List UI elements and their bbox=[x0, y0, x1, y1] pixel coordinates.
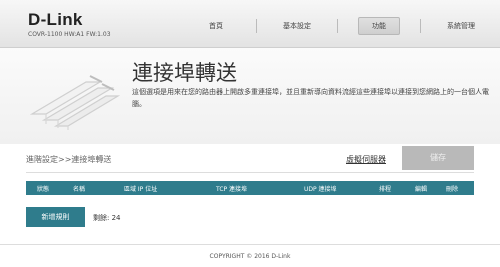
nav-features[interactable]: 功能 bbox=[358, 17, 400, 35]
nav-home[interactable]: 首頁 bbox=[176, 17, 256, 35]
rules-table-header: 狀態 名稱 區域 IP 位址 TCP 連接埠 UDP 連接埠 排程 編輯 刪除 bbox=[26, 181, 474, 195]
footer: COPYRIGHT © 2016 D-Link bbox=[0, 244, 500, 267]
save-button[interactable]: 儲存 bbox=[402, 146, 474, 170]
col-delete: 刪除 bbox=[446, 186, 459, 193]
page-description: 這個選項是用來在您的路由器上開啟多重連接埠，並且重新導向資料流經這些連接埠以連接… bbox=[132, 88, 489, 108]
virtual-server-link[interactable]: 虛擬伺服器 bbox=[346, 154, 386, 165]
nav-system-admin[interactable]: 系統管理 bbox=[421, 17, 500, 35]
nav-basic-settings[interactable]: 基本設定 bbox=[257, 17, 337, 35]
col-edit: 編輯 bbox=[415, 186, 428, 193]
model-info: COVR-1100 HW:A1 FW:1.03 bbox=[28, 31, 111, 38]
dlink-logo: D-Link bbox=[28, 10, 83, 29]
copyright-text: COPYRIGHT © 2016 D-Link bbox=[209, 253, 291, 260]
main-nav: 首頁 基本設定 功能 系統管理 bbox=[176, 17, 500, 35]
top-header: D-Link COVR-1100 HW:A1 FW:1.03 首頁 基本設定 功… bbox=[0, 0, 500, 48]
breadcrumb: 進階設定>>連接埠轉送 bbox=[26, 155, 112, 164]
nav-divider bbox=[337, 19, 338, 33]
divider bbox=[26, 172, 474, 173]
remaining-count: 剩餘: 24 bbox=[93, 214, 121, 222]
port-forwarding-illustration-icon bbox=[30, 75, 121, 130]
action-bar: 進階設定>>連接埠轉送 虛擬伺服器 儲存 bbox=[26, 146, 474, 171]
add-rule-button[interactable]: 新增規則 bbox=[26, 207, 85, 227]
col-local-ip: 區域 IP 位址 bbox=[124, 186, 158, 193]
col-udp-port: UDP 連接埠 bbox=[304, 186, 337, 193]
col-status: 狀態 bbox=[37, 186, 50, 193]
col-schedule: 排程 bbox=[379, 186, 392, 193]
page-title: 連接埠轉送 bbox=[132, 61, 237, 85]
col-name: 名稱 bbox=[73, 186, 86, 193]
col-tcp-port: TCP 連接埠 bbox=[216, 186, 248, 193]
